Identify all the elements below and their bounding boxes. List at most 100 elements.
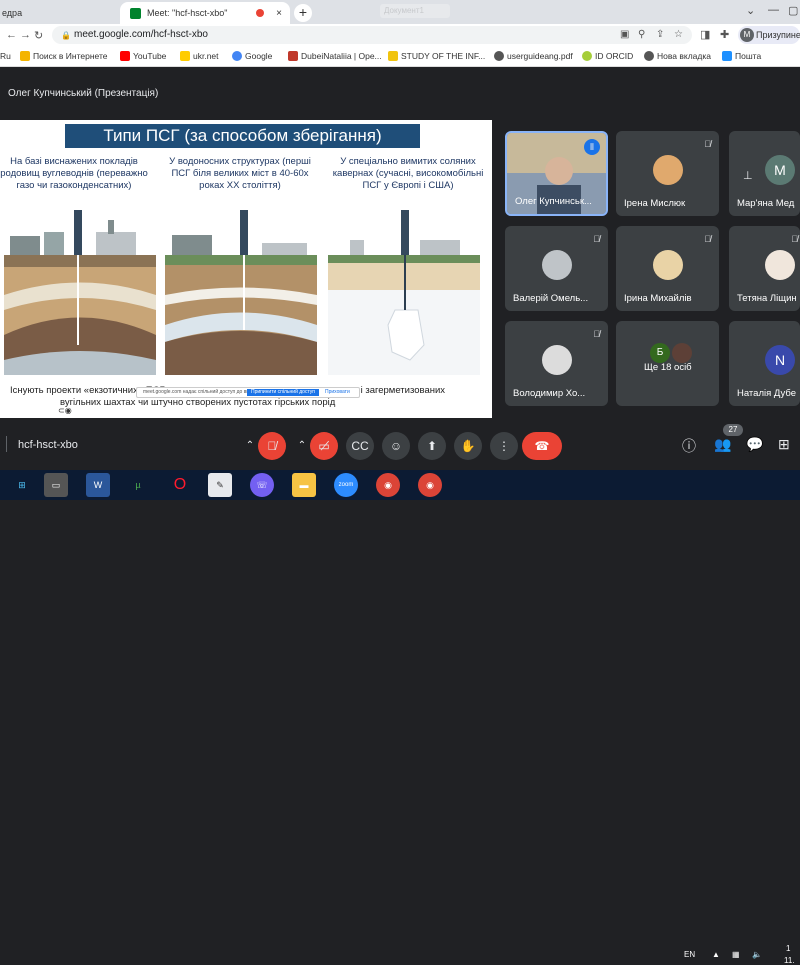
avatar: [653, 250, 683, 280]
network-icon[interactable]: ▦: [732, 950, 740, 959]
opera-icon[interactable]: O: [168, 473, 192, 497]
participant-name: Володимир Хо...: [513, 388, 586, 399]
bookmark-item[interactable]: Поиск в Интернете: [20, 51, 108, 61]
forward-icon[interactable]: →: [20, 29, 31, 41]
sharing-notice-text: meet.google.com надає спільний доступ до…: [143, 389, 263, 395]
chrome-icon[interactable]: ◉: [418, 473, 442, 497]
bookmark-item[interactable]: Пошта: [722, 51, 761, 61]
participant-name: Ще 18 осіб: [644, 362, 692, 373]
slide-bottom-line: вугільних шахтах чи штучно створених пус…: [60, 397, 336, 408]
viber-icon[interactable]: ☏: [250, 473, 274, 497]
mic-off-button[interactable]: 🎙̸: [258, 432, 286, 460]
bookmark-item[interactable]: STUDY OF THE INF...: [388, 51, 485, 61]
clock-time: 1: [786, 944, 791, 953]
bookmark-label: YouTube: [133, 51, 167, 61]
maximize-icon[interactable]: ▢: [788, 4, 798, 17]
language-indicator[interactable]: EN: [684, 950, 695, 959]
extensions-puzzle-icon[interactable]: ✚: [720, 28, 729, 41]
desktop-icon[interactable]: ▭: [44, 473, 68, 497]
emoji-button[interactable]: ☺: [382, 432, 410, 460]
hide-notice-button[interactable]: Приховати: [325, 388, 350, 397]
mic-off-icon: 🎙̸: [593, 234, 600, 244]
activities-icon[interactable]: ⊞: [778, 436, 790, 453]
meet-favicon-icon: [130, 7, 141, 19]
volume-icon[interactable]: 🔈: [752, 950, 762, 959]
leave-call-button[interactable]: ☎: [522, 432, 562, 460]
participant-tile[interactable]: ⊥ M Мар'яна Мед: [729, 131, 800, 216]
presentation-slide: Типи ПСГ (за способом зберігання) На баз…: [0, 120, 492, 418]
bookmark-item[interactable]: userguideang.pdf: [494, 51, 573, 61]
zoom-icon[interactable]: zoom: [334, 473, 358, 497]
bookmark-star-icon[interactable]: ☆: [674, 26, 683, 44]
bookmark-item[interactable]: ID ORCID: [582, 51, 633, 61]
audio-options-icon[interactable]: ⌃: [242, 432, 258, 460]
avatar: Б: [650, 343, 670, 363]
depleted-field-diagram: [4, 210, 156, 375]
doc-icon: [388, 51, 398, 61]
orcid-icon: [582, 51, 592, 61]
profile-button[interactable]: M Призупинено: [738, 26, 800, 44]
clock-date: 11.: [784, 956, 795, 965]
raise-hand-button[interactable]: ✋: [454, 432, 482, 460]
minimize-icon[interactable]: —: [768, 4, 779, 16]
bookmark-item[interactable]: DubeiNataliia | Ope...: [288, 51, 382, 61]
people-icon[interactable]: 👥: [714, 436, 731, 453]
share-icon[interactable]: ⇪: [656, 26, 664, 44]
participant-tile[interactable]: ⦀ Олег Купчинськ...: [505, 131, 608, 216]
new-tab-button[interactable]: +: [294, 4, 312, 22]
bookmark-item[interactable]: Нова вкладка: [644, 51, 711, 61]
speaking-icon: ⦀: [584, 139, 600, 155]
reload-icon[interactable]: ↻: [34, 29, 43, 42]
word-icon[interactable]: W: [86, 473, 110, 497]
stop-sharing-button[interactable]: Припинити спільний доступ: [247, 389, 319, 396]
chat-icon[interactable]: 💬: [746, 436, 763, 453]
browser-tab[interactable]: едра: [0, 2, 118, 24]
info-icon[interactable]: ⓘ: [682, 436, 696, 456]
participant-tile-others[interactable]: Б Ще 18 осіб: [616, 321, 719, 406]
video-toggle-icon[interactable]: ⊂◉: [58, 406, 72, 415]
participant-tile[interactable]: 🎙̸ Валерій Омель...: [505, 226, 608, 311]
more-options-button[interactable]: ⋮: [490, 432, 518, 460]
captions-button[interactable]: CC: [346, 432, 374, 460]
browser-tab-active[interactable]: Meet: "hcf-hsct-xbo" ×: [120, 2, 290, 24]
folder-icon[interactable]: ▬: [292, 473, 316, 497]
present-button[interactable]: ⬆: [418, 432, 446, 460]
lock-icon: 🔒: [61, 31, 71, 40]
camera-permission-icon[interactable]: ▣: [620, 26, 629, 44]
bookmark-item[interactable]: YouTube: [120, 51, 166, 61]
tray-arrow-icon[interactable]: ▲: [712, 950, 720, 959]
windows-start-icon[interactable]: ⊞: [10, 473, 34, 497]
bookmark-label: ID ORCID: [595, 51, 634, 61]
aquifer-diagram: [165, 210, 317, 375]
pin-icon[interactable]: ⊥: [743, 169, 753, 182]
ghost-tab-label: Документ1: [380, 4, 450, 18]
tool-icon[interactable]: ✎: [208, 473, 232, 497]
bookmark-item[interactable]: ukr.net: [180, 51, 219, 61]
bookmark-item[interactable]: Google: [232, 51, 272, 61]
participant-tile[interactable]: N Наталія Дубе: [729, 321, 800, 406]
participant-tile[interactable]: 🎙̸ Ірена Мислюк: [616, 131, 719, 216]
participant-tile[interactable]: 🎙̸ Ірина Михайлів: [616, 226, 719, 311]
participant-tile[interactable]: 🎙̸ Володимир Хо...: [505, 321, 608, 406]
mic-off-icon: 🎙̸: [704, 139, 711, 149]
extension-icon[interactable]: ◨: [700, 28, 710, 41]
video-options-icon[interactable]: ⌃: [294, 432, 310, 460]
bookmark-label: STUDY OF THE INF...: [401, 51, 486, 61]
utorrent-icon[interactable]: µ: [126, 473, 150, 497]
bookmark-item[interactable]: Ru: [0, 51, 11, 61]
mic-off-icon: 🎙̸: [593, 329, 600, 339]
avatar: [542, 345, 572, 375]
divider: [6, 436, 7, 452]
tab-close-icon[interactable]: ×: [276, 8, 282, 19]
chrome-icon[interactable]: ◉: [376, 473, 400, 497]
camera-off-button[interactable]: ▭̸: [310, 432, 338, 460]
participant-tile[interactable]: 🎙̸ Тетяна Ліщин: [729, 226, 800, 311]
globe-icon: [494, 51, 504, 61]
back-icon[interactable]: ←: [6, 29, 17, 41]
chevron-down-icon[interactable]: ⌄: [746, 4, 755, 17]
participant-name: Мар'яна Мед: [737, 198, 795, 209]
url-field[interactable]: 🔒 meet.google.com/hcf-hsct-xbo ▣ ⚲ ⇪ ☆: [52, 26, 692, 44]
ojs-icon: [288, 51, 298, 61]
zoom-icon[interactable]: ⚲: [638, 26, 645, 44]
mail-icon: [722, 51, 732, 61]
